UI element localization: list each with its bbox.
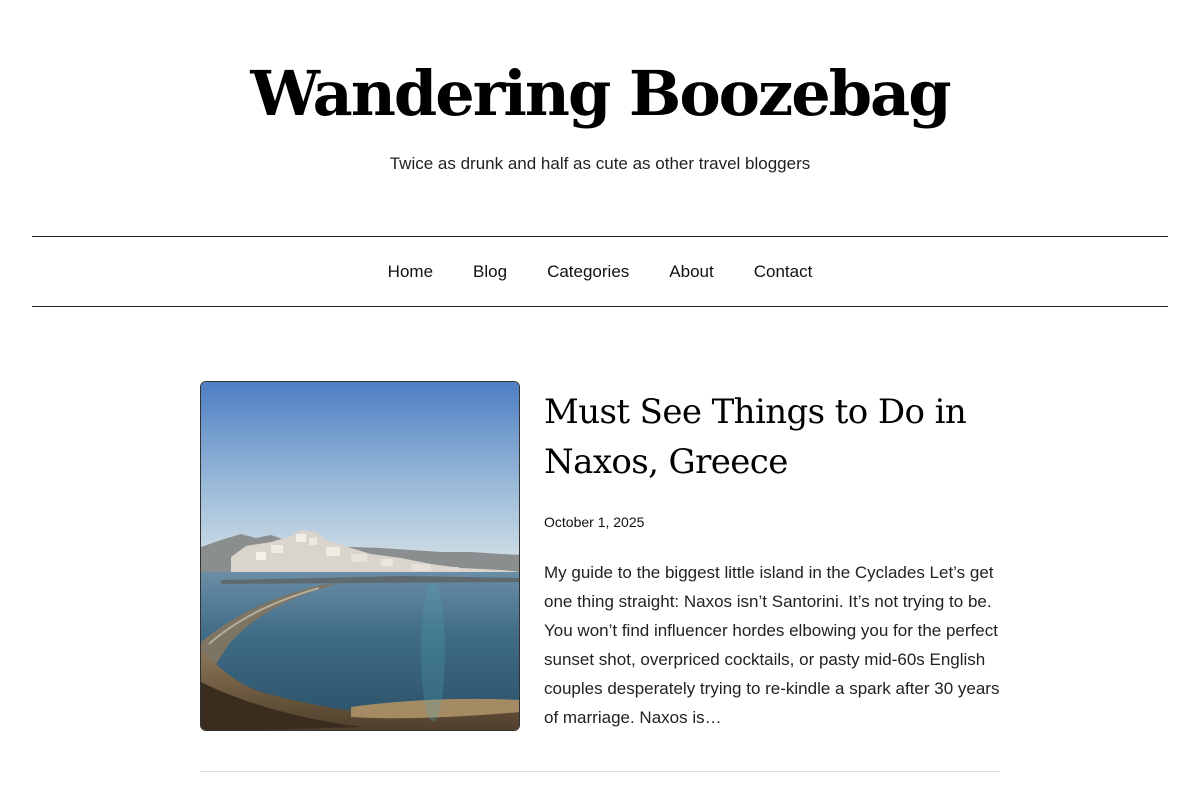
site-title[interactable]: Wandering Boozebag <box>0 52 1200 136</box>
nav-item-home: Home <box>388 260 433 284</box>
nav-link-about[interactable]: About <box>669 262 713 281</box>
post-body: Must See Things to Do in Naxos, Greece O… <box>544 387 1004 749</box>
nav-item-categories: Categories <box>547 260 629 284</box>
post-divider <box>200 771 1000 772</box>
nav-link-home[interactable]: Home <box>388 262 433 281</box>
nav-link-blog[interactable]: Blog <box>473 262 507 281</box>
post-title[interactable]: Must See Things to Do in Naxos, Greece <box>544 387 1004 487</box>
post-featured-image[interactable] <box>200 381 520 731</box>
nav-item-blog: Blog <box>473 260 507 284</box>
post-excerpt: My guide to the biggest little island in… <box>544 563 1000 727</box>
nav-list: Home Blog Categories About Contact <box>388 260 813 284</box>
nav-item-about: About <box>669 260 713 284</box>
coastal-town-photo-icon <box>201 382 519 730</box>
post-date: October 1, 2025 <box>544 514 645 530</box>
site-tagline: Twice as drunk and half as cute as other… <box>389 154 811 173</box>
nav-item-contact: Contact <box>754 260 813 284</box>
nav-link-categories[interactable]: Categories <box>547 262 629 281</box>
main-nav: Home Blog Categories About Contact <box>32 236 1168 307</box>
nav-link-contact[interactable]: Contact <box>754 262 813 281</box>
